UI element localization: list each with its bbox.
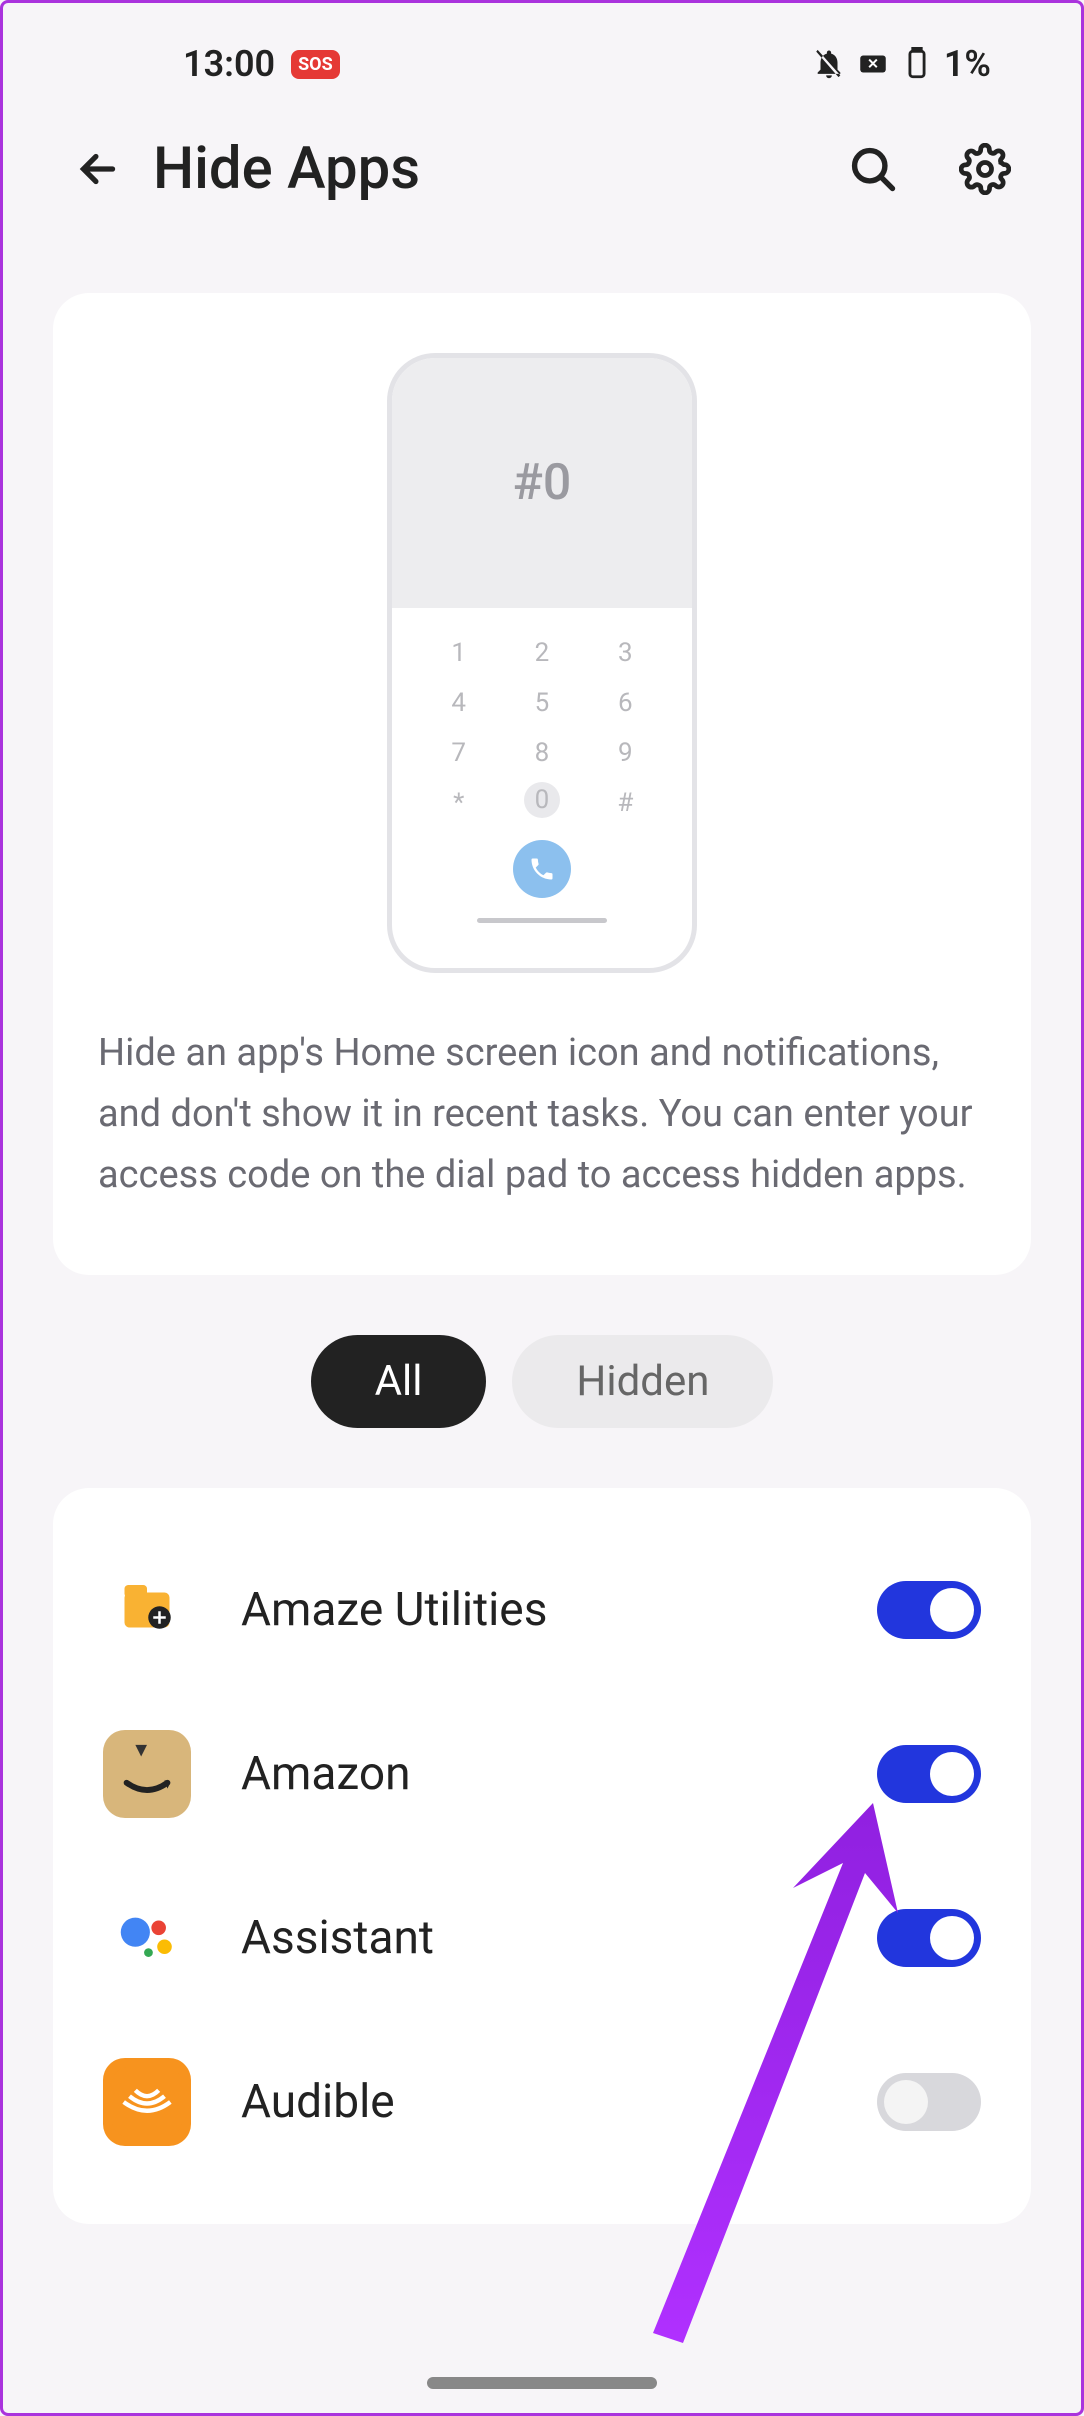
key-5: 5 [520,688,563,718]
dial-display: #0 [392,358,692,608]
notifications-off-icon [812,47,846,81]
tab-all[interactable]: All [311,1335,487,1428]
key-8: 8 [520,738,563,768]
app-name: Assistant [241,1911,827,1965]
toggle-amaze[interactable] [877,1581,981,1639]
key-6: 6 [604,688,647,718]
apps-list: Amaze Utilities Amazon Assistant Audible [53,1488,1031,2224]
app-icon-assistant [103,1894,191,1982]
phone-home-bar [477,918,607,923]
key-0: 0 [524,782,560,818]
app-name: Audible [241,2075,827,2129]
app-icon-audible [103,2058,191,2146]
search-button[interactable] [847,143,899,195]
key-star: * [437,788,480,818]
app-icon-amazon [103,1730,191,1818]
key-7: 7 [437,738,480,768]
app-row-amaze-utilities: Amaze Utilities [103,1528,981,1692]
battery-percent: 1% [944,43,991,85]
app-name: Amaze Utilities [241,1583,827,1637]
filter-tabs: All Hidden [3,1335,1081,1428]
battery-saver-icon: ✕ [856,47,890,81]
dialpad: 1 2 3 4 5 6 7 8 9 * 0 # [392,608,692,828]
page-title: Hide Apps [153,135,787,203]
battery-icon [900,47,934,81]
app-name: Amazon [241,1747,827,1801]
svg-text:✕: ✕ [867,56,879,72]
toggle-amazon[interactable] [877,1745,981,1803]
call-icon [513,840,571,898]
key-hash: # [604,788,647,818]
toggle-assistant[interactable] [877,1909,981,1967]
nav-home-indicator[interactable] [427,2377,657,2389]
status-bar: 13:00 SOS ✕ 1% [3,3,1081,105]
page-header: Hide Apps [3,105,1081,253]
app-row-assistant: Assistant [103,1856,981,2020]
settings-button[interactable] [959,143,1011,195]
app-row-audible: Audible [103,2020,981,2184]
phone-illustration: #0 1 2 3 4 5 6 7 8 9 * 0 # [387,353,697,973]
back-button[interactable] [73,144,123,194]
toggle-audible[interactable] [877,2073,981,2131]
key-1: 1 [437,638,480,668]
tab-hidden[interactable]: Hidden [512,1335,773,1428]
key-9: 9 [604,738,647,768]
status-time: 13:00 [183,43,275,85]
info-card: #0 1 2 3 4 5 6 7 8 9 * 0 # Hide an app's… [53,293,1031,1275]
sos-badge: SOS [291,50,340,79]
key-4: 4 [437,688,480,718]
info-text: Hide an app's Home screen icon and notif… [98,1023,986,1205]
app-row-amazon: Amazon [103,1692,981,1856]
app-icon-amaze [103,1566,191,1654]
key-3: 3 [604,638,647,668]
key-2: 2 [520,638,563,668]
